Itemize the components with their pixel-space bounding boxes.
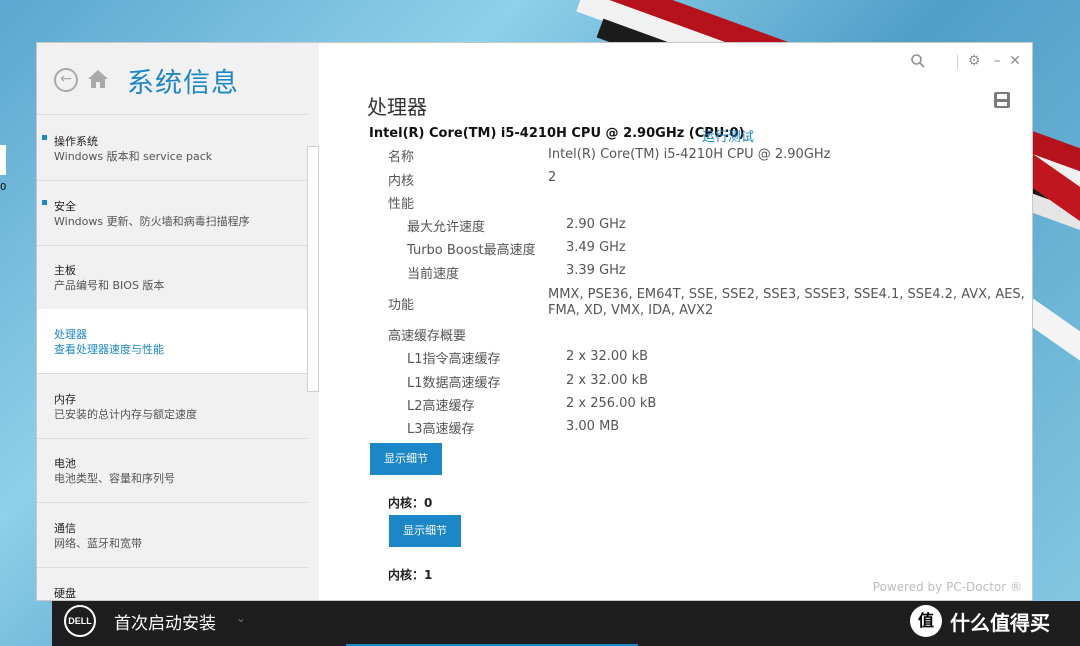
watermark-text: 什么值得买 — [950, 611, 1050, 635]
label-l1i-cache: L1指令高速缓存 — [407, 352, 501, 367]
value-cores: 2 — [548, 170, 557, 185]
label-features: 功能 — [388, 298, 415, 313]
value-l1i-cache: 2 x 32.00 kB — [566, 349, 649, 364]
value-max-speed: 2.90 GHz — [566, 217, 626, 232]
core-0-label: 内核：0 — [388, 496, 433, 510]
label-cores: 内核 — [388, 174, 415, 189]
bullet-icon — [42, 135, 47, 140]
watermark-logo: 值 — [910, 605, 942, 637]
chevron-down-icon[interactable]: ⌄ — [236, 611, 246, 625]
label-max-speed: 最大允许速度 — [407, 220, 486, 235]
value-features-line2: FMA, XD, VMX, IDA, AVX2 — [548, 303, 714, 318]
sidebar-item-subtitle: Windows 更新、防火墙和病毒扫描程序 — [54, 215, 250, 228]
minimize-icon[interactable]: – — [989, 53, 1005, 69]
home-icon[interactable] — [86, 67, 110, 91]
sidebar-item-os[interactable]: 操作系统 Windows 版本和 service pack — [37, 116, 307, 181]
run-test-link[interactable]: 运行测试 — [702, 126, 754, 145]
cpu-heading: Intel(R) Core(TM) i5-4210H CPU @ 2.90GHz… — [369, 126, 745, 141]
sidebar-item-title: 安全 — [54, 200, 76, 213]
label-cache-summary: 高速缓存概要 — [388, 329, 467, 344]
sidebar-header: ← 系统信息 — [37, 43, 307, 115]
value-features-line1: MMX, PSE36, EM64T, SSE, SSE2, SSE3, SSSE… — [548, 287, 1025, 302]
sidebar-item-security[interactable]: 安全 Windows 更新、防火墙和病毒扫描程序 — [37, 181, 307, 246]
sidebar-item-subtitle: Windows 版本和 service pack — [54, 150, 213, 163]
label-current-speed: 当前速度 — [407, 267, 460, 282]
label-name: 名称 — [388, 150, 415, 165]
label-l3-cache: L3高速缓存 — [407, 422, 475, 437]
value-l3-cache: 3.00 MB — [566, 419, 620, 434]
sidebar-item-title: 主板 — [54, 264, 76, 277]
page-title: 处理器 — [367, 95, 427, 119]
label-l1d-cache: L1数据高速缓存 — [407, 376, 501, 391]
gear-icon[interactable]: ⚙ — [966, 53, 982, 69]
label-l2-cache: L2高速缓存 — [407, 399, 475, 414]
value-l2-cache: 2 x 256.00 kB — [566, 396, 657, 411]
search-icon[interactable] — [910, 53, 926, 69]
back-arrow-icon: ← — [60, 71, 72, 87]
taskbar-app-label[interactable]: 首次启动安装 — [114, 609, 216, 634]
value-turbo-speed: 3.49 GHz — [566, 240, 626, 255]
sidebar-item-communication[interactable]: 通信 网络、蓝牙和宽带 — [37, 503, 307, 568]
core-1-label: 内核：1 — [388, 568, 433, 582]
sidebar-scrollbar[interactable] — [307, 146, 319, 392]
close-icon[interactable]: ✕ — [1007, 53, 1023, 69]
bullet-icon — [42, 200, 47, 205]
sidebar-item-subtitle: 电池类型、容量和序列号 — [54, 472, 175, 485]
sidebar-item-processor[interactable]: 处理器 查看处理器速度与性能 — [37, 309, 307, 374]
sidebar-item-title: 内存 — [54, 393, 76, 406]
sidebar-item-battery[interactable]: 电池 电池类型、容量和序列号 — [37, 438, 307, 503]
app-title: 系统信息 — [127, 68, 239, 99]
sidebar-item-subtitle: 查看处理器速度与性能 — [54, 343, 164, 356]
sidebar-item-title: 处理器 — [54, 328, 87, 341]
sidebar-item-title: 电池 — [54, 457, 76, 470]
value-l1d-cache: 2 x 32.00 kB — [566, 373, 649, 388]
save-icon[interactable] — [993, 91, 1011, 109]
sidebar-item-subtitle: 产品编号和 BIOS 版本 — [54, 279, 165, 292]
sidebar-item-subtitle: 已安装的总计内存与额定速度 — [54, 408, 197, 421]
label-turbo-speed: Turbo Boost最高速度 — [407, 243, 536, 258]
sidebar-item-title: 硬盘 — [54, 587, 76, 600]
system-info-window: ← 系统信息 操作系统 Windows 版本和 service pack 安全 … — [36, 42, 1033, 601]
powered-by: Powered by PC-Doctor ® — [872, 580, 1022, 594]
desktop-icon-label: 0 — [0, 182, 7, 193]
value-name: Intel(R) Core(TM) i5-4210H CPU @ 2.90GHz — [548, 147, 831, 162]
back-button[interactable]: ← — [54, 68, 78, 92]
sidebar-item-subtitle: 网络、蓝牙和宽带 — [54, 537, 142, 550]
main-content: ⚙ – ✕ 处理器 Intel(R) Core(TM) i5-4210H CPU… — [319, 43, 1032, 600]
sidebar-item-memory[interactable]: 内存 已安装的总计内存与额定速度 — [37, 374, 307, 439]
sidebar-item-motherboard[interactable]: 主板 产品编号和 BIOS 版本 — [37, 245, 307, 310]
value-current-speed: 3.39 GHz — [566, 263, 626, 278]
desktop-icon-edge[interactable] — [0, 145, 6, 175]
core-0-show-details-button[interactable]: 显示细节 — [389, 515, 461, 547]
sidebar-item-title: 操作系统 — [54, 135, 98, 148]
sidebar-item-title: 通信 — [54, 522, 76, 535]
dell-logo-icon[interactable]: DELL — [64, 605, 96, 637]
toolbar-separator — [957, 55, 958, 69]
label-performance: 性能 — [388, 197, 415, 212]
sidebar-item-harddisk[interactable]: 硬盘 — [37, 568, 307, 600]
show-details-button[interactable]: 显示细节 — [370, 443, 442, 475]
sidebar: ← 系统信息 操作系统 Windows 版本和 service pack 安全 … — [37, 43, 319, 600]
